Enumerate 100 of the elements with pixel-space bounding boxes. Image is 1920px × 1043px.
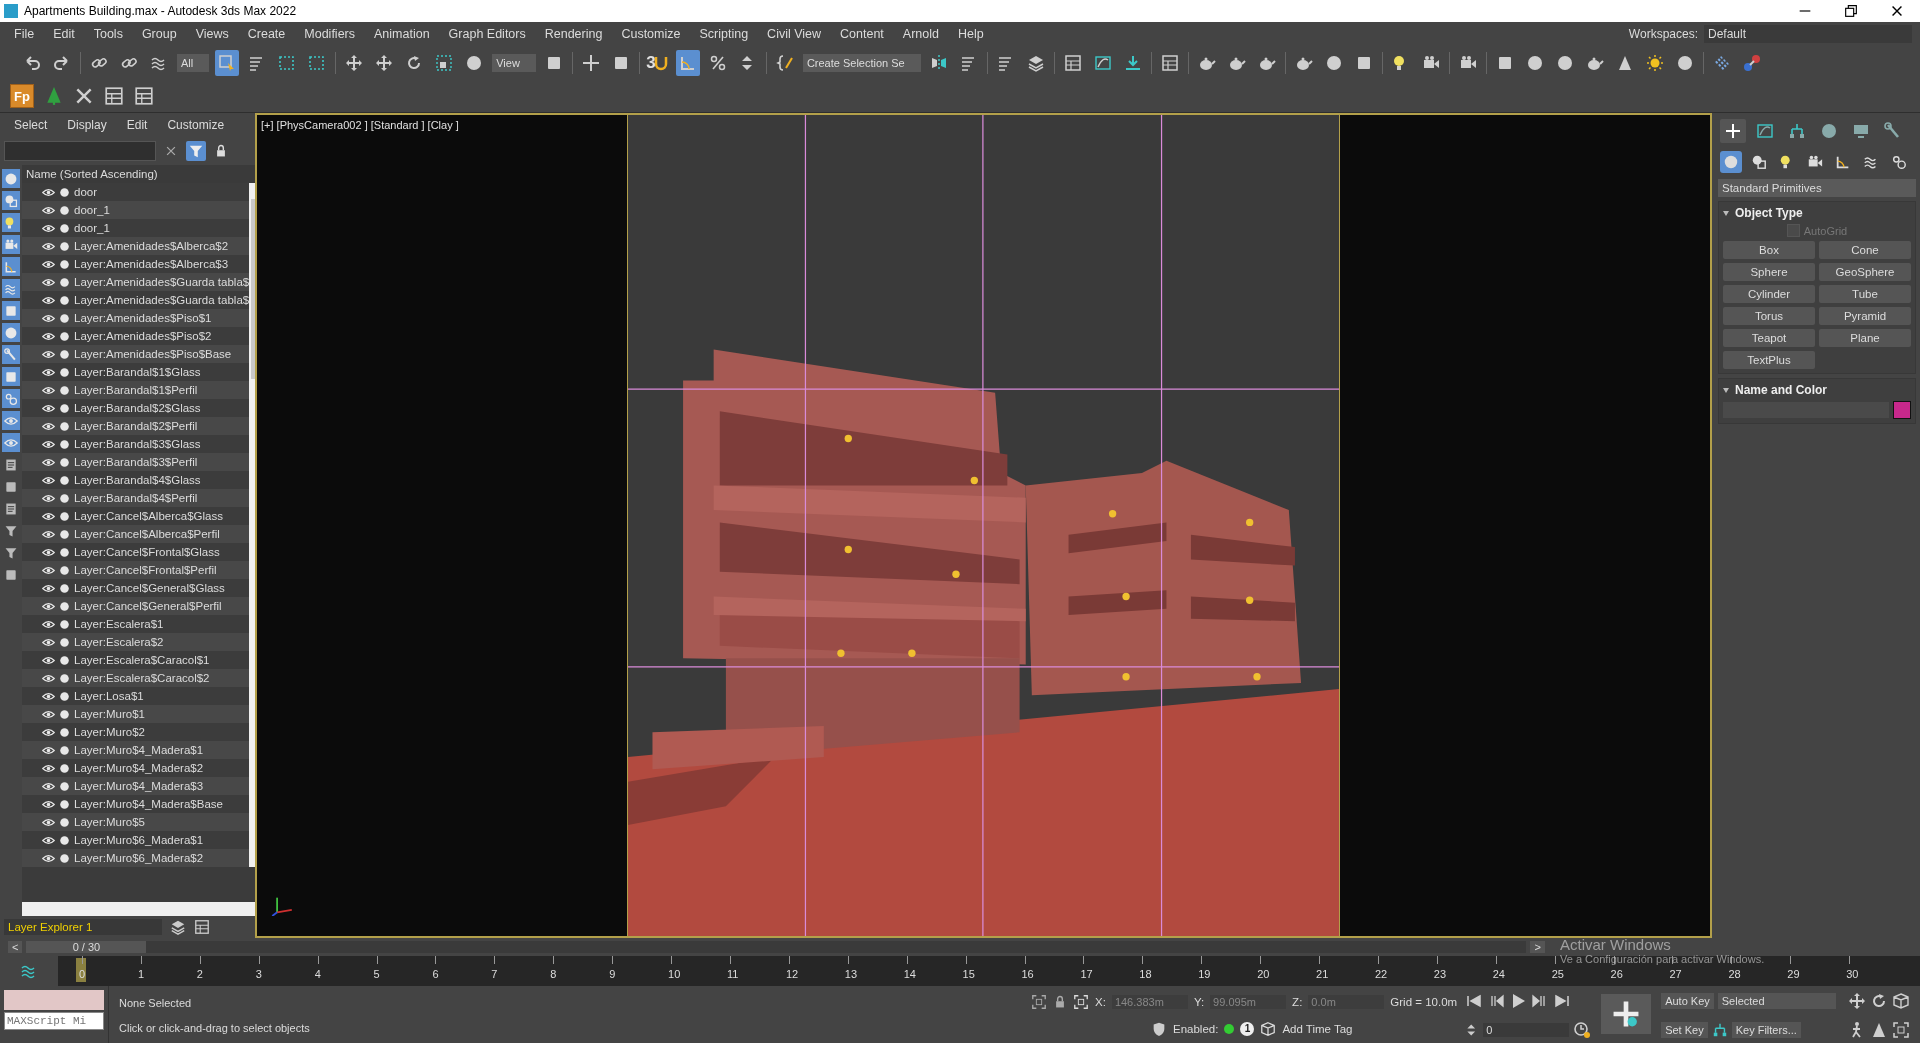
- frame-icon[interactable]: [1031, 993, 1047, 1010]
- menu-item[interactable]: Modifiers: [296, 26, 366, 41]
- menu-item[interactable]: Create: [239, 26, 297, 41]
- dot-icon[interactable]: [59, 690, 70, 702]
- viewport-label[interactable]: [+] [PhysCamera002 ] [Standard ] [Clay ]: [261, 119, 459, 131]
- explorer-menu-item[interactable]: Display: [67, 118, 107, 132]
- explorer-menu-item[interactable]: Customize: [167, 118, 225, 132]
- object-name[interactable]: Layer:Muro$6_Madera$1: [74, 834, 204, 846]
- dot-icon[interactable]: [59, 330, 70, 342]
- dot-icon[interactable]: [59, 258, 70, 270]
- dot-icon[interactable]: [59, 276, 70, 288]
- dot-icon[interactable]: [59, 654, 70, 666]
- frame-field[interactable]: 0: [1483, 1022, 1570, 1037]
- toolbar-button[interactable]: 3: [645, 49, 670, 76]
- object-name[interactable]: Layer:Barandal$4$Glass: [74, 474, 201, 486]
- dot-icon[interactable]: [59, 834, 70, 846]
- dot-icon[interactable]: [59, 816, 70, 828]
- object-name[interactable]: door_1: [74, 222, 110, 234]
- table-icon[interactable]: [104, 86, 124, 106]
- slider-thumb[interactable]: 0 / 30: [26, 941, 147, 953]
- primitive-button[interactable]: Plane: [1819, 329, 1911, 347]
- toolbar-dropdown[interactable]: All: [177, 53, 210, 72]
- dot-icon[interactable]: [59, 708, 70, 720]
- dot-icon[interactable]: [59, 348, 70, 360]
- primitive-button[interactable]: GeoSphere: [1819, 263, 1911, 281]
- dot-icon[interactable]: [59, 798, 70, 810]
- workspaces-dropdown[interactable]: Default: [1704, 24, 1912, 43]
- shield-icon[interactable]: [1151, 1020, 1167, 1037]
- clear-icon[interactable]: [164, 144, 178, 158]
- menu-item[interactable]: Scripting: [691, 26, 760, 41]
- restore-icon[interactable]: [1843, 3, 1859, 19]
- set-keys-button[interactable]: [1601, 994, 1652, 1034]
- color-swatch[interactable]: [1893, 401, 1911, 419]
- cube-icon[interactable]: [1260, 1020, 1277, 1037]
- primitive-button[interactable]: Pyramid: [1819, 307, 1911, 325]
- object-name[interactable]: Layer:Cancel$General$Glass: [74, 582, 225, 594]
- dot-icon[interactable]: [59, 456, 70, 468]
- add-time-tag-link[interactable]: Add Time Tag: [1282, 1022, 1353, 1035]
- dot-icon[interactable]: [59, 636, 70, 648]
- dot-icon[interactable]: [59, 582, 70, 594]
- dot-icon[interactable]: [59, 474, 70, 486]
- object-name[interactable]: Layer:Escalera$Caracol$1: [74, 654, 210, 666]
- dot-icon[interactable]: [59, 852, 70, 864]
- object-name[interactable]: Layer:Barandal$3$Glass: [74, 438, 201, 450]
- dot-icon[interactable]: [59, 438, 70, 450]
- object-name[interactable]: Layer:Losa$1: [74, 690, 144, 702]
- auto-key-button[interactable]: Auto Key: [1661, 992, 1714, 1009]
- dot-icon[interactable]: [59, 564, 70, 576]
- maxscript-field[interactable]: MAXScript Mi: [4, 1012, 104, 1030]
- menu-item[interactable]: Content: [832, 26, 895, 41]
- object-name[interactable]: Layer:Muro$4_Madera$Base: [74, 798, 223, 810]
- key-mode-dropdown[interactable]: Selected: [1717, 992, 1836, 1009]
- search-field[interactable]: [4, 141, 156, 161]
- dot-icon[interactable]: [59, 744, 70, 756]
- dot-icon[interactable]: [59, 312, 70, 324]
- dot-icon[interactable]: [59, 780, 70, 792]
- object-name[interactable]: Layer:Amenidades$Alberca$3: [74, 258, 229, 270]
- filter-icon[interactable]: [188, 143, 204, 159]
- object-name[interactable]: door: [74, 186, 98, 198]
- dot-icon[interactable]: [59, 204, 70, 216]
- lock-icon[interactable]: [214, 144, 228, 158]
- next-button[interactable]: >: [1530, 941, 1545, 953]
- object-name[interactable]: Layer:Cancel$Frontal$Glass: [74, 546, 220, 558]
- menu-item[interactable]: Rendering: [536, 26, 614, 41]
- previous-button[interactable]: <: [8, 941, 23, 953]
- dot-icon[interactable]: [59, 186, 70, 198]
- primitive-button[interactable]: TextPlus: [1723, 351, 1815, 369]
- time-config-icon[interactable]: [1573, 1020, 1592, 1039]
- dot-icon[interactable]: [59, 492, 70, 504]
- primitives-dropdown[interactable]: Standard Primitives: [1718, 179, 1916, 197]
- menu-item[interactable]: Arnold: [894, 26, 950, 41]
- dot-icon[interactable]: [59, 510, 70, 522]
- dot-icon[interactable]: [59, 294, 70, 306]
- menu-item[interactable]: Views: [187, 26, 240, 41]
- rollout-title[interactable]: Object Type: [1735, 206, 1803, 220]
- explorer-menu-item[interactable]: Select: [14, 118, 48, 132]
- panel-icon[interactable]: [134, 86, 154, 106]
- dot-icon[interactable]: [59, 402, 70, 414]
- primitive-button[interactable]: Cylinder: [1723, 285, 1815, 303]
- tree-icon[interactable]: [44, 86, 64, 106]
- dot-icon[interactable]: [59, 240, 70, 252]
- object-name[interactable]: Layer:Muro$4_Madera$2: [74, 762, 204, 774]
- explorer-dropdown[interactable]: Layer Explorer 1: [4, 919, 162, 935]
- object-name[interactable]: Layer:Barandal$2$Glass: [74, 402, 201, 414]
- menu-item[interactable]: Tools: [85, 26, 134, 41]
- lock-icon[interactable]: [1053, 994, 1067, 1009]
- object-name[interactable]: Layer:Amenidades$Guarda tabla$: [74, 294, 250, 306]
- primitive-button[interactable]: Teapot: [1723, 329, 1815, 347]
- scrollbar[interactable]: [22, 902, 255, 916]
- object-name[interactable]: Layer:Escalera$1: [74, 618, 164, 630]
- menu-item[interactable]: File: [6, 26, 46, 41]
- dot-icon[interactable]: [59, 366, 70, 378]
- explorer-menu-item[interactable]: Edit: [126, 118, 148, 132]
- toolbar-dropdown[interactable]: Create Selection Se: [802, 53, 921, 72]
- dot-icon[interactable]: [59, 600, 70, 612]
- toolbar-dropdown[interactable]: View: [492, 53, 536, 72]
- menu-item[interactable]: Graph Editors: [440, 26, 537, 41]
- primitive-button[interactable]: Torus: [1723, 307, 1815, 325]
- dot-icon[interactable]: [59, 618, 70, 630]
- object-name[interactable]: Layer:Cancel$Alberca$Glass: [74, 510, 223, 522]
